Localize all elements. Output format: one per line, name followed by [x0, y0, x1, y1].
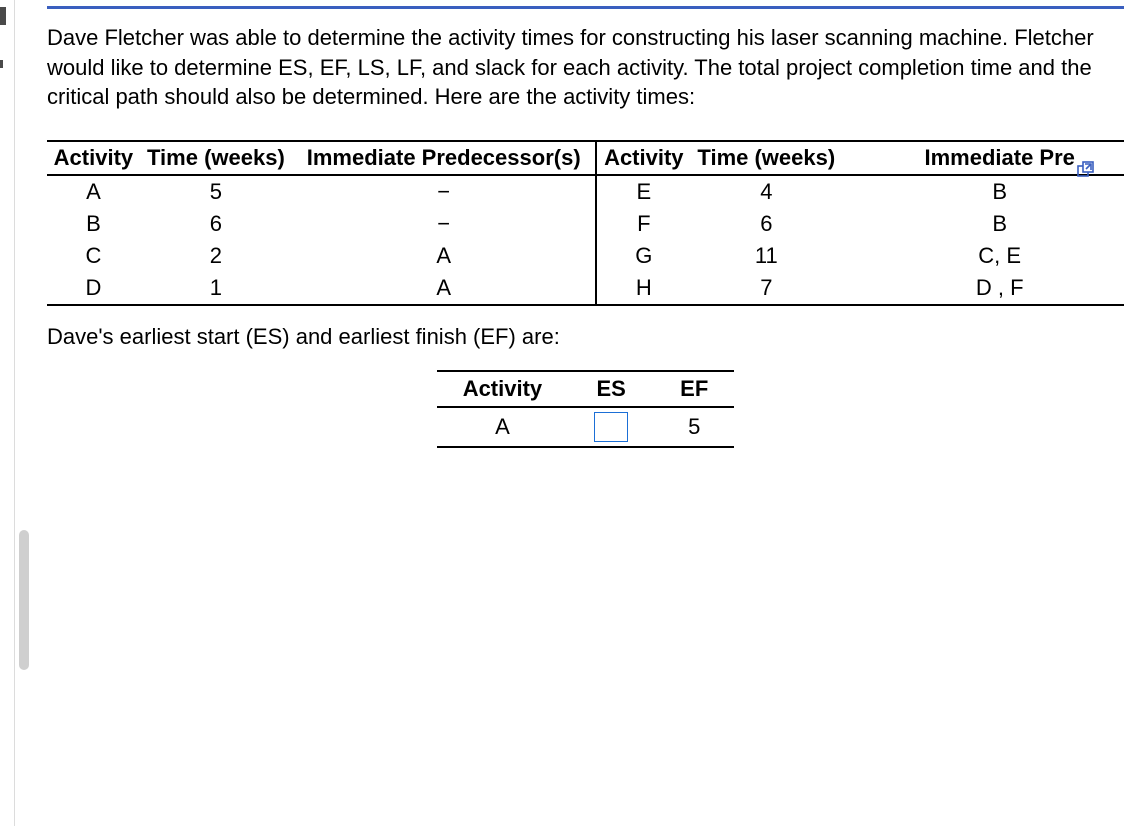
cell: 1 [140, 272, 292, 305]
cell: A [292, 240, 596, 272]
es-input[interactable] [594, 412, 628, 442]
cell: 4 [690, 175, 842, 208]
answer-row: A 5 [437, 407, 735, 447]
left-marker [0, 7, 6, 25]
problem-statement: Dave Fletcher was able to determine the … [47, 9, 1124, 112]
ans-ef: 5 [654, 407, 734, 447]
cell: 6 [690, 208, 842, 240]
cell: − [292, 208, 596, 240]
ans-es-cell [568, 407, 654, 447]
cell: F [596, 208, 690, 240]
cell: H [596, 272, 690, 305]
ans-col-ef: EF [654, 371, 734, 407]
popout-icon[interactable] [1076, 160, 1096, 180]
cell: A [292, 272, 596, 305]
cell: B [47, 208, 140, 240]
activity-table-wrap: Activity Time (weeks) Immediate Predeces… [47, 140, 1124, 306]
left-gutter [0, 0, 15, 826]
ans-col-es: ES [568, 371, 654, 407]
table-row: D 1 A H 7 D , F [47, 272, 1124, 305]
ans-activity: A [437, 407, 568, 447]
cell: C [47, 240, 140, 272]
scrollbar-thumb[interactable] [19, 530, 29, 670]
ans-col-activity: Activity [437, 371, 568, 407]
cell: D , F [842, 272, 1124, 305]
cell: A [47, 175, 140, 208]
cell: B [842, 208, 1124, 240]
cell: 11 [690, 240, 842, 272]
accent-divider [47, 0, 1124, 9]
table-row: B 6 − F 6 B [47, 208, 1124, 240]
activity-table: Activity Time (weeks) Immediate Predeces… [47, 140, 1124, 306]
table-row: C 2 A G 11 C, E [47, 240, 1124, 272]
cell: − [292, 175, 596, 208]
col-activity-left: Activity [47, 141, 140, 175]
cell: 5 [140, 175, 292, 208]
sub-question: Dave's earliest start (ES) and earliest … [47, 324, 1124, 350]
cell: B [842, 175, 1124, 208]
table-row: A 5 − E 4 B [47, 175, 1124, 208]
left-marker-small [0, 60, 3, 68]
col-time-right: Time (weeks) [690, 141, 842, 175]
col-pred-left: Immediate Predecessor(s) [292, 141, 596, 175]
cell: E [596, 175, 690, 208]
cell: 7 [690, 272, 842, 305]
cell: G [596, 240, 690, 272]
cell: D [47, 272, 140, 305]
answer-table: Activity ES EF A 5 [437, 370, 735, 448]
cell: C, E [842, 240, 1124, 272]
col-activity-right: Activity [596, 141, 690, 175]
content-area: Dave Fletcher was able to determine the … [47, 0, 1124, 448]
cell: 6 [140, 208, 292, 240]
col-time-left: Time (weeks) [140, 141, 292, 175]
cell: 2 [140, 240, 292, 272]
